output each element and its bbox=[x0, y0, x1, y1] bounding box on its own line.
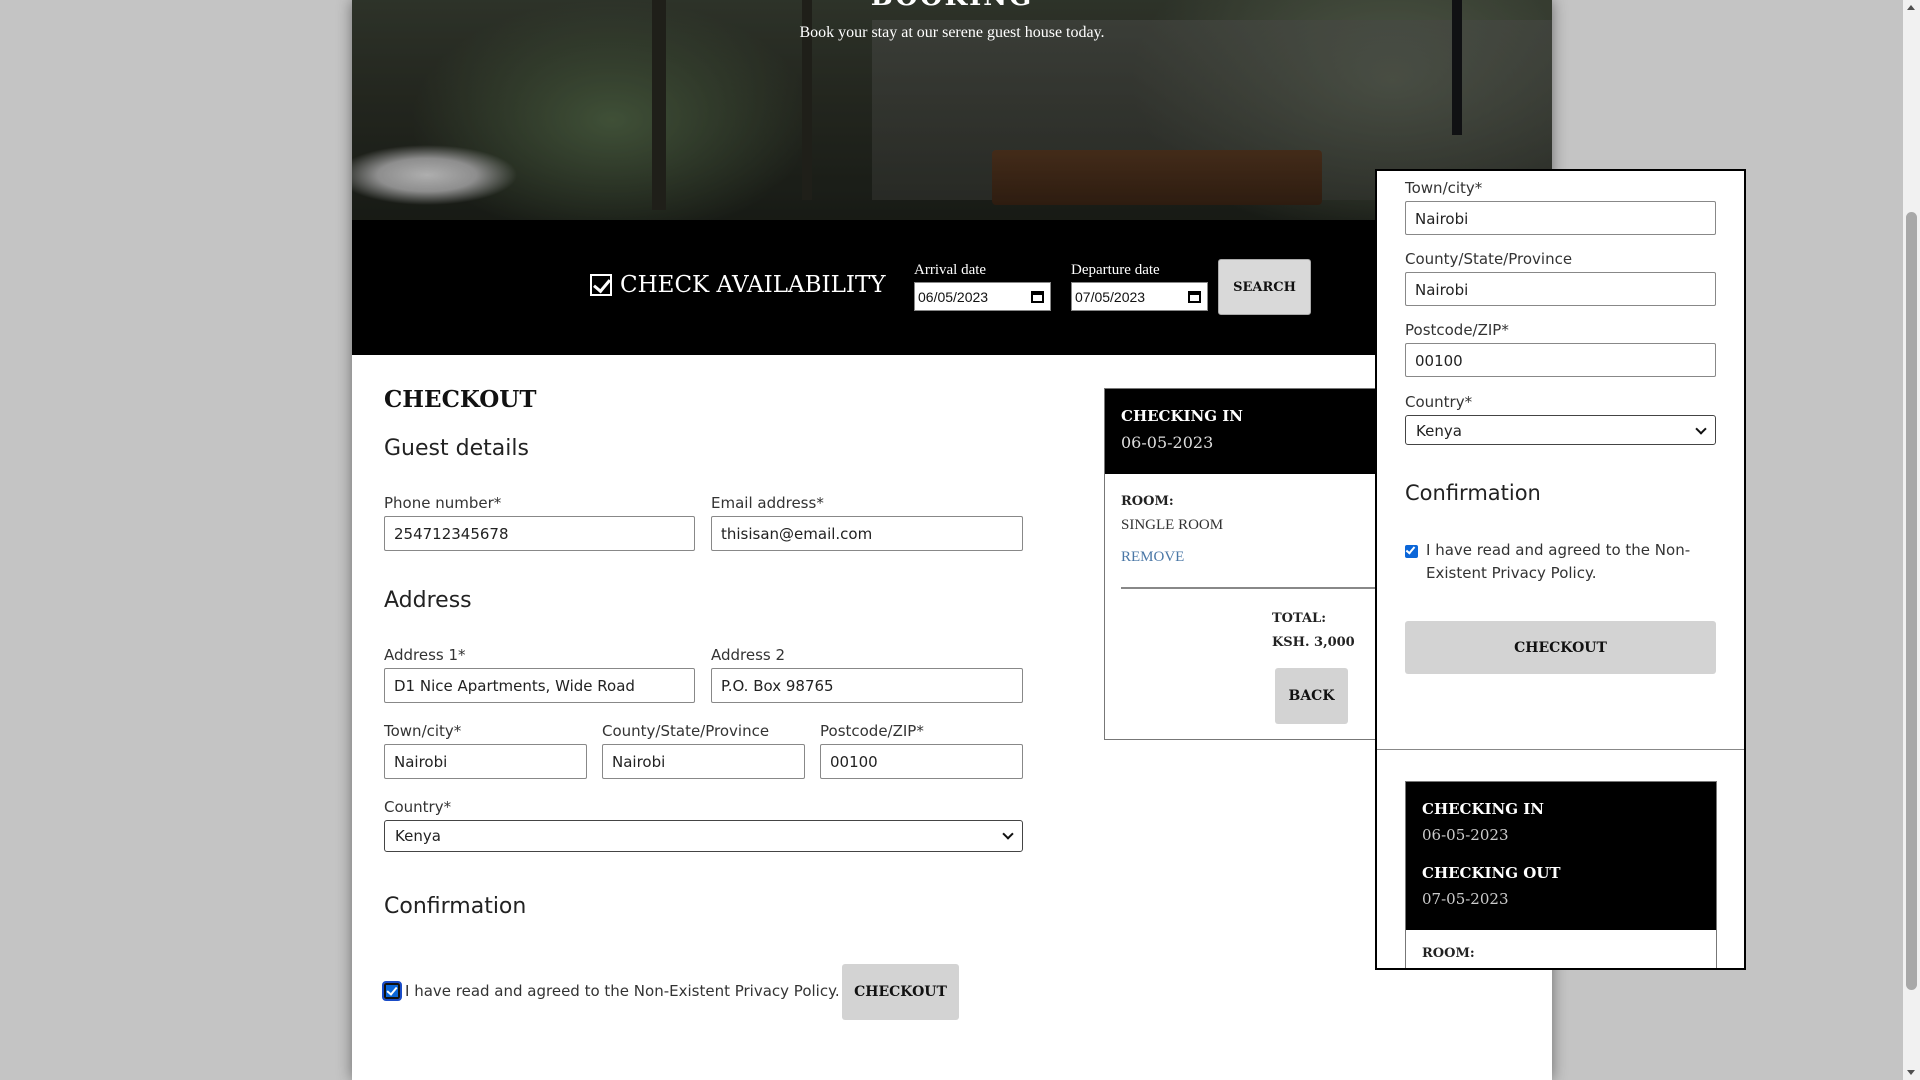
search-button[interactable]: SEARCH bbox=[1218, 259, 1311, 315]
checkout-button[interactable]: CHECKOUT bbox=[842, 964, 959, 1020]
address1-input[interactable]: D1 Nice Apartments, Wide Road bbox=[384, 668, 695, 703]
total-block: TOTAL: KSH. 3,000 bbox=[1272, 607, 1355, 655]
checking-in-label: CHECKING IN bbox=[1121, 407, 1244, 425]
panel-checking-out-date: 07-05-2023 bbox=[1422, 890, 1509, 908]
panel-county-input[interactable]: Nairobi bbox=[1405, 272, 1716, 306]
privacy-agreement: I have read and agreed to the Non-Existe… bbox=[382, 981, 840, 1001]
panel-town-field: Town/city* Nairobi bbox=[1405, 179, 1716, 235]
panel-county-label: County/State/Province bbox=[1405, 250, 1573, 268]
confirmation-heading: Confirmation bbox=[384, 894, 527, 919]
check-availability-heading: CHECK AVAILABILITY bbox=[590, 272, 886, 298]
address2-field: Address 2 P.O. Box 98765 bbox=[711, 646, 1023, 703]
address1-field: Address 1* D1 Nice Apartments, Wide Road bbox=[384, 646, 695, 703]
checkbox-icon bbox=[590, 274, 612, 296]
phone-input[interactable]: 254712345678 bbox=[384, 516, 695, 551]
hero-banner: BOOKING Book your stay at our serene gue… bbox=[352, 0, 1552, 220]
checkout-title: CHECKOUT bbox=[384, 386, 537, 413]
privacy-checkbox[interactable] bbox=[382, 981, 402, 1001]
hero-title: BOOKING bbox=[352, 0, 1552, 12]
country-field: Country* Kenya bbox=[384, 798, 1023, 852]
panel-summary-card: CHECKING IN 06-05-2023 CHECKING OUT 07-0… bbox=[1405, 781, 1717, 968]
room-value: SINGLE ROOM bbox=[1121, 517, 1224, 533]
county-field: County/State/Province Nairobi bbox=[602, 722, 805, 779]
panel-checking-in-date: 06-05-2023 bbox=[1422, 826, 1509, 844]
room-label: ROOM: bbox=[1121, 494, 1174, 509]
availability-bar: CHECK AVAILABILITY Arrival date 06/05/20… bbox=[352, 220, 1552, 355]
postcode-field: Postcode/ZIP* 00100 bbox=[820, 722, 1023, 779]
departure-date-group: Departure date 07/05/2023 bbox=[1071, 262, 1208, 311]
arrival-date-input[interactable]: 06/05/2023 bbox=[914, 282, 1051, 311]
panel-postcode-field: Postcode/ZIP* 00100 bbox=[1405, 321, 1716, 377]
back-button[interactable]: BACK bbox=[1275, 668, 1348, 724]
departure-date-label: Departure date bbox=[1071, 262, 1160, 278]
town-field: Town/city* Nairobi bbox=[384, 722, 587, 779]
panel-checking-in-label: CHECKING IN bbox=[1422, 800, 1545, 818]
calendar-icon[interactable] bbox=[1031, 291, 1044, 303]
county-input[interactable]: Nairobi bbox=[602, 744, 805, 779]
phone-label: Phone number* bbox=[384, 494, 502, 512]
total-label: TOTAL: bbox=[1272, 611, 1326, 626]
summary-divider bbox=[1121, 587, 1391, 589]
address1-label: Address 1* bbox=[384, 646, 466, 664]
arrival-date-group: Arrival date 06/05/2023 bbox=[914, 262, 1051, 311]
panel-privacy-agreement-text: I have read and agreed to the Non-Existe… bbox=[1426, 541, 1691, 582]
arrival-date-label: Arrival date bbox=[914, 262, 987, 278]
booking-page: BOOKING Book your stay at our serene gue… bbox=[352, 0, 1552, 1080]
country-value: Kenya bbox=[395, 827, 441, 845]
panel-privacy-agreement: I have read and agreed to the Non-Existe… bbox=[1405, 539, 1705, 585]
check-availability-label: CHECK AVAILABILITY bbox=[620, 272, 886, 298]
panel-postcode-label: Postcode/ZIP* bbox=[1405, 321, 1509, 339]
panel-postcode-input[interactable]: 00100 bbox=[1405, 343, 1716, 377]
summary-header: CHECKING IN 06-05-2023 bbox=[1105, 389, 1393, 474]
panel-country-select[interactable]: Kenya bbox=[1405, 415, 1716, 445]
scroll-down-arrow-icon[interactable] bbox=[1907, 1070, 1915, 1075]
county-label: County/State/Province bbox=[602, 722, 770, 740]
panel-checkout-button[interactable]: CHECKOUT bbox=[1405, 621, 1716, 674]
postcode-label: Postcode/ZIP* bbox=[820, 722, 924, 740]
chevron-down-icon bbox=[1695, 423, 1707, 435]
booking-summary-card: CHECKING IN 06-05-2023 ROOM: SINGLE ROOM… bbox=[1104, 388, 1394, 740]
scrollbar-thumb[interactable] bbox=[1906, 212, 1917, 990]
total-value: KSH. 3,000 bbox=[1272, 635, 1355, 650]
calendar-icon[interactable] bbox=[1188, 291, 1201, 303]
panel-checking-out-label: CHECKING OUT bbox=[1422, 864, 1561, 882]
postcode-input[interactable]: 00100 bbox=[820, 744, 1023, 779]
panel-summary-header: CHECKING IN 06-05-2023 CHECKING OUT 07-0… bbox=[1406, 782, 1716, 930]
email-label: Email address* bbox=[711, 494, 824, 512]
page-scrollbar[interactable] bbox=[1903, 0, 1920, 1080]
address-heading: Address bbox=[384, 588, 472, 613]
email-input[interactable]: thisisan@email.com bbox=[711, 516, 1023, 551]
privacy-agreement-text: I have read and agreed to the Non-Existe… bbox=[405, 982, 840, 1000]
departure-date-value: 07/05/2023 bbox=[1075, 289, 1146, 305]
hero-subtitle: Book your stay at our serene guest house… bbox=[799, 24, 1105, 41]
town-label: Town/city* bbox=[384, 722, 462, 740]
panel-country-field: Country* Kenya bbox=[1405, 393, 1716, 445]
panel-county-field: County/State/Province Nairobi bbox=[1405, 250, 1716, 306]
responsive-preview-panel: Town/city* Nairobi County/State/Province… bbox=[1375, 169, 1746, 970]
panel-room-label: ROOM: bbox=[1422, 946, 1475, 961]
chevron-down-icon bbox=[1002, 828, 1014, 840]
panel-country-value: Kenya bbox=[1416, 422, 1462, 440]
remove-link[interactable]: REMOVE bbox=[1121, 549, 1184, 566]
town-input[interactable]: Nairobi bbox=[384, 744, 587, 779]
email-field: Email address* thisisan@email.com bbox=[711, 494, 1023, 551]
country-label: Country* bbox=[384, 798, 452, 816]
guest-details-heading: Guest details bbox=[384, 436, 529, 461]
country-select[interactable]: Kenya bbox=[384, 820, 1023, 852]
scroll-up-arrow-icon[interactable] bbox=[1907, 5, 1915, 10]
panel-divider bbox=[1377, 749, 1744, 750]
phone-field: Phone number* 254712345678 bbox=[384, 494, 695, 551]
panel-privacy-checkbox[interactable] bbox=[1405, 545, 1418, 558]
address2-input[interactable]: P.O. Box 98765 bbox=[711, 668, 1023, 703]
checking-in-date: 06-05-2023 bbox=[1121, 433, 1214, 452]
arrival-date-value: 06/05/2023 bbox=[918, 289, 989, 305]
panel-country-label: Country* bbox=[1405, 393, 1473, 411]
panel-confirmation-heading: Confirmation bbox=[1405, 481, 1541, 505]
panel-town-label: Town/city* bbox=[1405, 179, 1483, 197]
address2-label: Address 2 bbox=[711, 646, 786, 664]
departure-date-input[interactable]: 07/05/2023 bbox=[1071, 282, 1208, 311]
panel-town-input[interactable]: Nairobi bbox=[1405, 201, 1716, 235]
